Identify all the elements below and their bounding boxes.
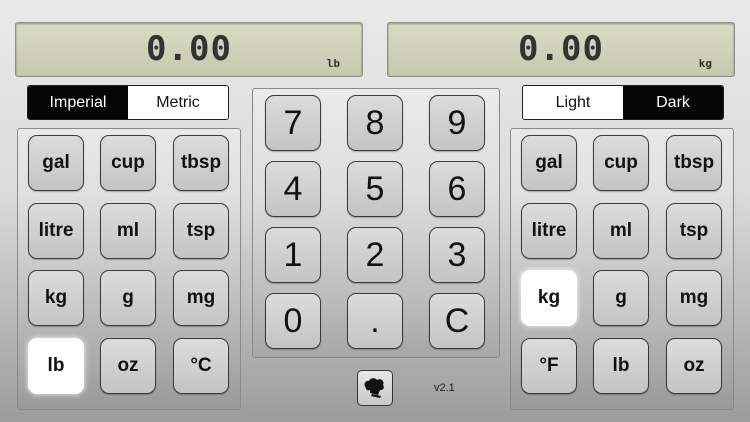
to-unit-key[interactable]: litre bbox=[521, 203, 577, 259]
to-unit-key[interactable]: gal bbox=[521, 135, 577, 191]
from-unit-key-selected[interactable]: lb bbox=[28, 338, 84, 394]
digit-key[interactable]: 9 bbox=[429, 95, 485, 151]
to-display: 0.00 kg bbox=[387, 22, 735, 77]
to-unit-key[interactable]: °F bbox=[521, 338, 577, 394]
to-unit-key[interactable]: tsp bbox=[666, 203, 722, 259]
to-unit-key[interactable]: mg bbox=[666, 270, 722, 326]
from-display: 0.00 lb bbox=[15, 22, 363, 77]
chef-hat-button[interactable] bbox=[357, 370, 393, 406]
to-unit-key[interactable]: ml bbox=[593, 203, 649, 259]
from-unit-key[interactable]: ml bbox=[100, 203, 156, 259]
from-unit-key[interactable]: kg bbox=[28, 270, 84, 326]
to-unit-key[interactable]: lb bbox=[593, 338, 649, 394]
from-unit-key[interactable]: oz bbox=[100, 338, 156, 394]
digit-key[interactable]: 5 bbox=[347, 161, 403, 217]
number-keypad: 7 8 9 4 5 6 1 2 3 0 . C bbox=[252, 88, 500, 358]
to-unit-key-selected[interactable]: kg bbox=[521, 270, 577, 326]
digit-key[interactable]: 8 bbox=[347, 95, 403, 151]
from-unit-key[interactable]: g bbox=[100, 270, 156, 326]
from-unit-key[interactable]: °C bbox=[173, 338, 229, 394]
theme-toggle: Light Dark bbox=[522, 85, 724, 120]
unit-system-toggle: Imperial Metric bbox=[27, 85, 229, 120]
from-unit-key[interactable]: cup bbox=[100, 135, 156, 191]
metric-option[interactable]: Metric bbox=[128, 86, 228, 119]
to-unit: kg bbox=[698, 57, 712, 70]
digit-key[interactable]: 2 bbox=[347, 227, 403, 283]
from-unit-panel: gal cup tbsp litre ml tsp kg g mg lb oz … bbox=[17, 128, 241, 410]
chef-hat-icon bbox=[364, 378, 384, 398]
to-unit-key[interactable]: g bbox=[593, 270, 649, 326]
to-unit-key[interactable]: oz bbox=[666, 338, 722, 394]
to-unit-panel: gal cup tbsp litre ml tsp kg g mg °F lb … bbox=[510, 128, 734, 410]
digit-key[interactable]: 1 bbox=[265, 227, 321, 283]
to-value: 0.00 bbox=[518, 29, 604, 69]
clear-key[interactable]: C bbox=[429, 293, 485, 349]
light-option[interactable]: Light bbox=[523, 86, 623, 119]
digit-key[interactable]: 6 bbox=[429, 161, 485, 217]
digit-key[interactable]: 3 bbox=[429, 227, 485, 283]
from-unit-key[interactable]: mg bbox=[173, 270, 229, 326]
decimal-key[interactable]: . bbox=[347, 293, 403, 349]
from-unit-key[interactable]: tbsp bbox=[173, 135, 229, 191]
imperial-option[interactable]: Imperial bbox=[28, 86, 128, 119]
from-unit-key[interactable]: gal bbox=[28, 135, 84, 191]
from-value: 0.00 bbox=[146, 29, 232, 69]
digit-key[interactable]: 4 bbox=[265, 161, 321, 217]
version-label: v2.1 bbox=[434, 382, 455, 394]
digit-key[interactable]: 7 bbox=[265, 95, 321, 151]
dark-option[interactable]: Dark bbox=[623, 86, 723, 119]
to-unit-key[interactable]: tbsp bbox=[666, 135, 722, 191]
to-unit-key[interactable]: cup bbox=[593, 135, 649, 191]
from-unit-key[interactable]: litre bbox=[28, 203, 84, 259]
from-unit: lb bbox=[326, 57, 340, 70]
digit-key[interactable]: 0 bbox=[265, 293, 321, 349]
from-unit-key[interactable]: tsp bbox=[173, 203, 229, 259]
